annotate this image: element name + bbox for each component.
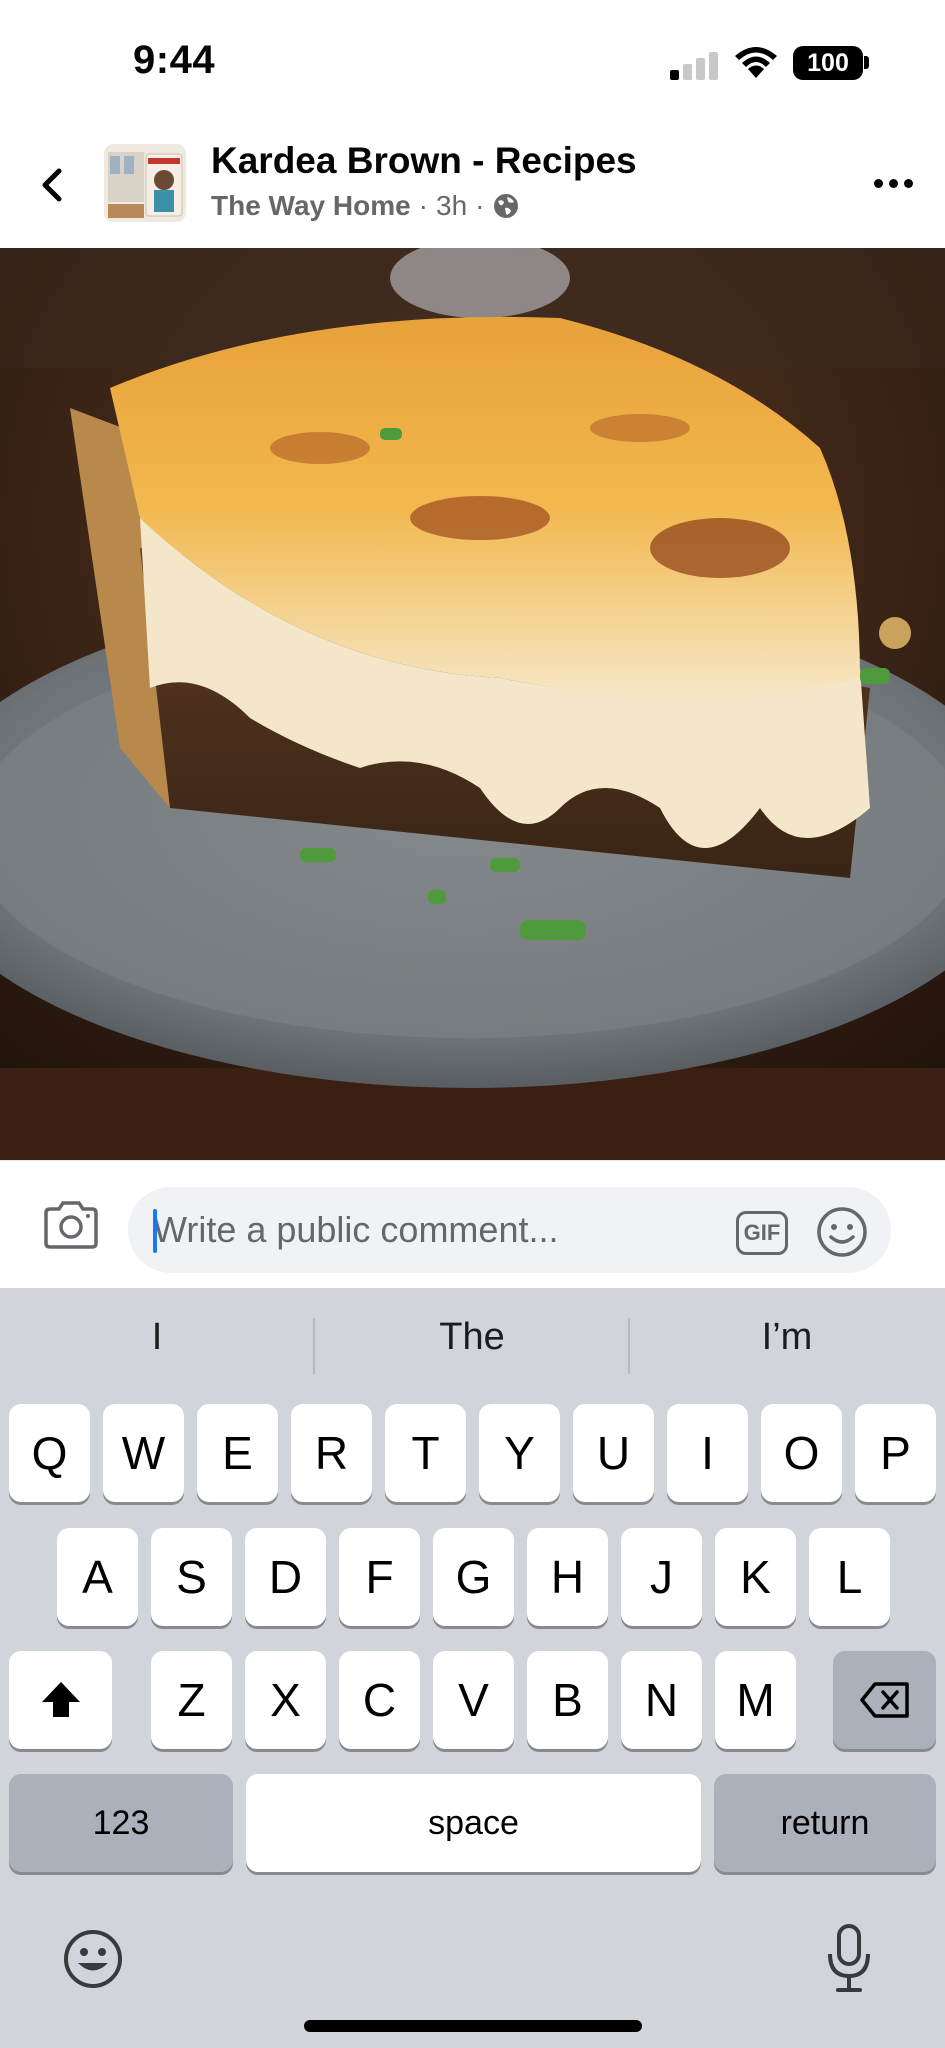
- more-dots-icon[interactable]: [868, 168, 918, 198]
- key-s[interactable]: S: [151, 1528, 232, 1626]
- battery-cap: [864, 56, 869, 69]
- key-y[interactable]: Y: [479, 1404, 560, 1502]
- key-v[interactable]: V: [433, 1651, 514, 1749]
- status-bar: 9:44 100: [0, 0, 945, 120]
- shift-key[interactable]: [9, 1651, 112, 1749]
- battery-icon: 100: [793, 46, 863, 80]
- key-k[interactable]: K: [715, 1528, 796, 1626]
- key-p[interactable]: P: [855, 1404, 936, 1502]
- key-a[interactable]: A: [57, 1528, 138, 1626]
- key-h[interactable]: H: [527, 1528, 608, 1626]
- wifi-icon: [735, 47, 777, 78]
- key-n[interactable]: N: [621, 1651, 702, 1749]
- page-avatar[interactable]: [104, 144, 186, 222]
- key-e[interactable]: E: [197, 1404, 278, 1502]
- separator-dot: ·: [418, 190, 428, 221]
- key-l[interactable]: L: [809, 1528, 890, 1626]
- key-q[interactable]: Q: [9, 1404, 90, 1502]
- space-key[interactable]: space: [246, 1774, 701, 1872]
- suggestion-item[interactable]: The: [315, 1316, 629, 1359]
- separator-dot: ·: [475, 190, 485, 221]
- shift-icon: [41, 1682, 80, 1717]
- key-o[interactable]: O: [761, 1404, 842, 1502]
- back-chevron-icon[interactable]: [28, 160, 78, 210]
- delete-icon: [859, 1682, 909, 1718]
- text-cursor: [153, 1209, 157, 1253]
- key-c[interactable]: C: [339, 1651, 420, 1749]
- key-x[interactable]: X: [245, 1651, 326, 1749]
- post-header: Kardea Brown - Recipes The Way Home · 3h…: [0, 120, 945, 248]
- page-name[interactable]: Kardea Brown - Recipes: [211, 140, 637, 182]
- emoji-keyboard-icon[interactable]: [62, 1928, 124, 1990]
- key-g[interactable]: G: [433, 1528, 514, 1626]
- post-subline: The Way Home · 3h ·: [211, 190, 520, 222]
- keyboard: I The I’m Q W E R T Y U I O P A S D F G …: [0, 1288, 945, 2048]
- food-photo[interactable]: [0, 248, 945, 1160]
- globe-icon: [494, 194, 519, 218]
- suggestion-item[interactable]: I’m: [630, 1316, 944, 1359]
- microphone-icon[interactable]: [826, 1924, 872, 1994]
- key-t[interactable]: T: [385, 1404, 466, 1502]
- key-w[interactable]: W: [103, 1404, 184, 1502]
- key-z[interactable]: Z: [151, 1651, 232, 1749]
- smiley-icon[interactable]: [815, 1205, 869, 1259]
- gif-button[interactable]: GIF: [736, 1211, 788, 1255]
- return-key[interactable]: return: [714, 1774, 936, 1872]
- key-f[interactable]: F: [339, 1528, 420, 1626]
- key-b[interactable]: B: [527, 1651, 608, 1749]
- predictive-suggestions: I The I’m: [0, 1288, 945, 1398]
- delete-key[interactable]: [833, 1651, 936, 1749]
- group-name[interactable]: The Way Home: [211, 190, 411, 222]
- key-r[interactable]: R: [291, 1404, 372, 1502]
- key-j[interactable]: J: [621, 1528, 702, 1626]
- suggestion-item[interactable]: I: [0, 1316, 314, 1359]
- key-u[interactable]: U: [573, 1404, 654, 1502]
- key-d[interactable]: D: [245, 1528, 326, 1626]
- key-m[interactable]: M: [715, 1651, 796, 1749]
- cellular-signal-icon: [670, 50, 720, 80]
- numbers-key[interactable]: 123: [9, 1774, 233, 1872]
- status-time: 9:44: [133, 38, 216, 82]
- home-indicator[interactable]: [304, 2020, 642, 2032]
- comment-bar: GIF: [0, 1160, 945, 1288]
- camera-icon[interactable]: [42, 1199, 100, 1251]
- post-time: 3h: [436, 190, 468, 221]
- key-i[interactable]: I: [667, 1404, 748, 1502]
